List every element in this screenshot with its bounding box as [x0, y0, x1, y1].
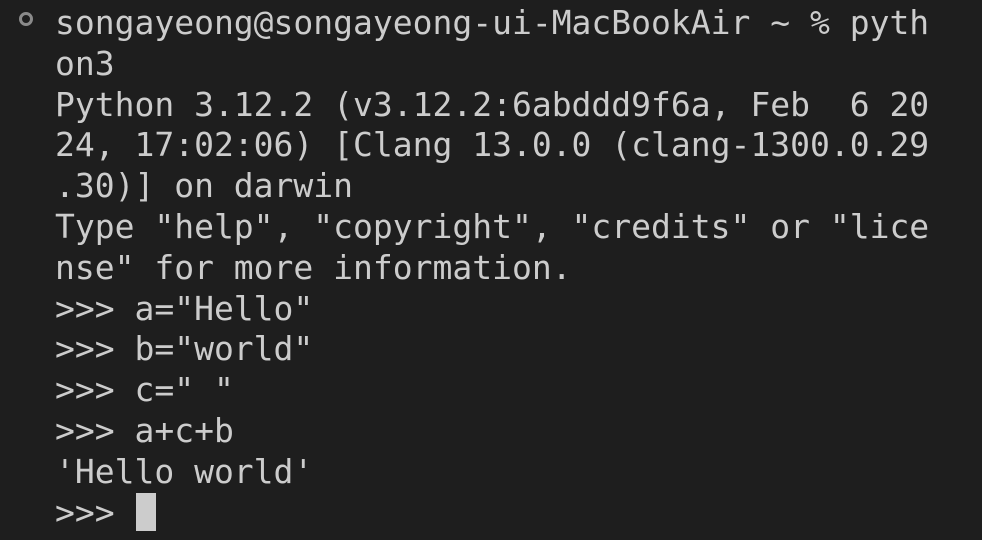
terminal-line: >>> b="world" — [55, 329, 314, 369]
circle-outline-icon — [19, 12, 33, 26]
terminal-line: Type "help", "copyright", "credits" or "… — [55, 206, 930, 246]
terminal-line: .30)] on darwin — [55, 166, 354, 206]
terminal-line: >>> a+c+b — [55, 410, 234, 450]
terminal-line-output: 'Hello world' — [55, 451, 314, 491]
text-cursor[interactable] — [136, 492, 157, 531]
terminal-line: nse" for more information. — [55, 247, 572, 287]
repl-prompt: >>> — [55, 492, 135, 532]
terminal-line-prompt: songayeong@songayeong-ui-MacBookAir ~ % … — [55, 3, 930, 42]
terminal-line: 24, 17:02:06) [Clang 13.0.0 (clang-1300.… — [55, 125, 930, 165]
terminal-window[interactable]: songayeong@songayeong-ui-MacBookAir ~ % … — [0, 0, 982, 540]
terminal-line: on3 — [55, 43, 115, 83]
terminal-input-line[interactable]: >>> — [55, 492, 982, 534]
terminal-line: >>> c=" " — [55, 370, 234, 410]
terminal-line: Python 3.12.2 (v3.12.2:6abddd9f6a, Feb 6… — [55, 84, 930, 124]
terminal-line: >>> a="Hello" — [55, 288, 314, 328]
